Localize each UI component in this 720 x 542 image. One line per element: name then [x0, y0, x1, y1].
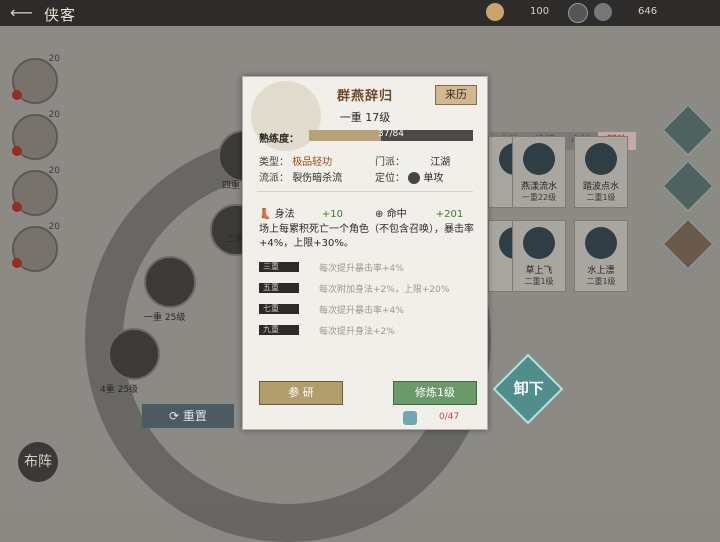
boot-icon: 👢: [259, 209, 272, 220]
skill-node-caption: 四重: [222, 181, 241, 191]
skill-level: 二重1级: [524, 277, 554, 286]
skill-name: 草上飞: [525, 266, 553, 276]
avatar-badge: [12, 90, 22, 100]
avatar-level: 20: [48, 54, 60, 64]
school-value: 裂伤暗杀流: [292, 173, 343, 184]
skill-description: 场上每累积死亡一个角色（不包含召唤），暴击率+4%，上限+30%。: [259, 224, 474, 249]
perk-tag: 五重: [259, 283, 299, 293]
resource2-count: 646: [638, 6, 658, 17]
skill-level: 二重1级: [586, 277, 616, 286]
perk-row: 三重 每次提升暴击率+4%: [259, 261, 479, 275]
skill-node-caption: 一重 25级: [144, 313, 186, 323]
avatar-badge: [12, 202, 22, 212]
side-menu-icon-1[interactable]: [662, 104, 714, 156]
perk-text: 每次附加身法+2%，上限+20%: [319, 285, 450, 295]
avatar-level: 20: [48, 110, 60, 120]
research-button[interactable]: 参 研: [259, 381, 343, 405]
skill-icon: [585, 227, 617, 259]
perk-row: 七重 每次提升暴击率+4%: [259, 303, 479, 317]
skill-node-caption: 4重 25级: [100, 385, 139, 395]
avatar-badge: [12, 258, 22, 268]
skill-card[interactable]: 踏波点水 二重1级: [574, 136, 628, 208]
coin-icon: [594, 3, 612, 21]
skill-icon: [585, 143, 617, 175]
role-row: 定位： 单攻: [375, 169, 443, 184]
sect-label: 门派：: [375, 157, 405, 168]
proficiency-label: 熟练度：: [259, 134, 299, 145]
stat-value: +201: [435, 209, 464, 220]
proficiency-bar: 37/84: [309, 129, 473, 141]
skill-node-1[interactable]: [144, 256, 196, 308]
proficiency-text: 37/84: [378, 129, 404, 139]
skill-detail-dialog: 群燕辞归 来历 一重 17级 熟练度： 37/84 类型： 极品轻功 门派： 江…: [242, 76, 488, 430]
avatar-level: 20: [48, 222, 60, 232]
side-menu-icon-3[interactable]: [662, 218, 714, 270]
top-bar: ⟵ 侠客 100 646: [0, 0, 720, 26]
skill-level: 一重 17级: [339, 111, 391, 124]
side-menu-icon-2[interactable]: [662, 160, 714, 212]
type-row: 类型： 极品轻功: [259, 153, 332, 168]
ingot-icon: [486, 3, 504, 21]
perk-row: 五重 每次附加身法+2%，上限+20%: [259, 282, 479, 296]
skill-card[interactable]: 燕漾流水 一重22级: [512, 136, 566, 208]
resource1-count: 100: [530, 6, 550, 17]
plus-icon[interactable]: [568, 3, 588, 23]
reset-label: 重置: [182, 409, 207, 423]
perk-text: 每次提升暴击率+4%: [319, 306, 404, 316]
perk-text: 每次提升暴击率+4%: [319, 264, 404, 274]
train-button[interactable]: 修炼1级: [393, 381, 477, 405]
skill-level: 二重1级: [586, 193, 616, 202]
avatar-3[interactable]: 20: [12, 166, 60, 216]
perk-tag: 九重: [259, 325, 299, 335]
unload-button[interactable]: 卸下: [492, 353, 564, 425]
avatar-4[interactable]: 20: [12, 222, 60, 272]
perk-row: 九重 每次提升身法+2%: [259, 324, 479, 338]
role-label: 定位：: [375, 173, 405, 184]
avatar-level: 20: [48, 166, 60, 176]
perk-text: 每次提升身法+2%: [319, 327, 395, 337]
scroll-item-icon: [403, 411, 417, 425]
stat-agility: 👢 身法 +10: [259, 205, 343, 220]
stat-accuracy: ⊕ 命中 +201: [375, 205, 463, 220]
avatar-2[interactable]: 20: [12, 110, 60, 160]
avatar-badge: [12, 146, 22, 156]
skill-name: 燕漾流水: [520, 182, 557, 192]
sect-value: 江湖: [430, 157, 451, 168]
stat-label: 命中: [386, 209, 407, 220]
skill-icon: [523, 227, 555, 259]
perk-tag: 七重: [259, 304, 299, 314]
role-value: 单攻: [423, 173, 444, 184]
page-title: 侠客: [44, 6, 77, 24]
skill-level: 一重22级: [521, 193, 557, 202]
stat-label: 身法: [274, 209, 295, 220]
skill-name: 踏波点水: [582, 182, 619, 192]
perk-tag: 三重: [259, 262, 299, 272]
sect-row: 门派： 江湖: [375, 153, 450, 168]
type-value: 极品轻功: [292, 157, 333, 168]
school-row: 流派： 裂伤暗杀流: [259, 169, 342, 184]
school-label: 流派：: [259, 173, 289, 184]
formation-logo[interactable]: 布阵: [18, 442, 58, 482]
reset-button[interactable]: ⟳ 重置: [142, 404, 234, 428]
target-icon: ⊕: [375, 209, 384, 220]
source-button[interactable]: 来历: [435, 85, 477, 105]
skill-icon: [523, 143, 555, 175]
skill-card[interactable]: 水上漂 二重1级: [574, 220, 628, 292]
type-label: 类型：: [259, 157, 289, 168]
role-icon: [408, 172, 421, 184]
avatar-1[interactable]: 20: [12, 54, 60, 104]
skill-name: 水上漂: [587, 266, 615, 276]
skill-node-2[interactable]: [108, 328, 160, 380]
back-arrow-icon[interactable]: ⟵: [10, 3, 33, 22]
skill-card[interactable]: 草上飞 二重1级: [512, 220, 566, 292]
cost-count: 0/47: [439, 412, 460, 422]
divider: [257, 191, 473, 192]
unload-label: 卸下: [513, 379, 544, 398]
stat-value: +10: [321, 209, 343, 220]
